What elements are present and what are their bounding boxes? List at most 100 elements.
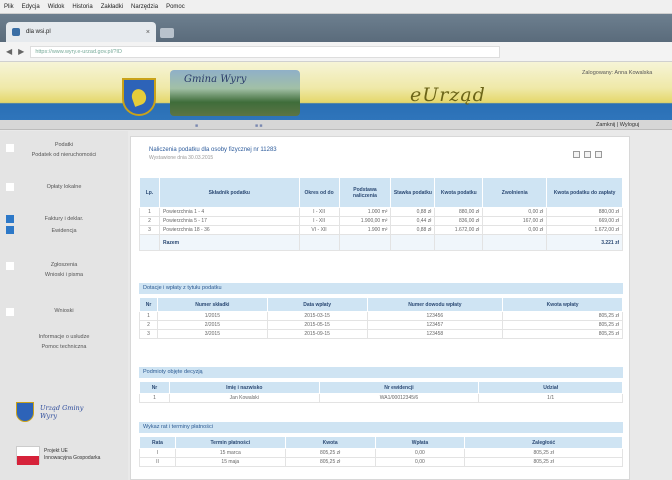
municipality-crest-icon [122, 78, 156, 116]
browser-tab[interactable]: dla wsi.pl × [6, 22, 156, 42]
cell [390, 234, 436, 251]
col-header: Wpłata [374, 436, 466, 449]
cell: I - XII [298, 207, 340, 217]
cell: 2015-05-15 [266, 320, 368, 330]
col-header: Nr ewidencji [318, 381, 480, 394]
cell: Powierzchnia 1 - 4 [158, 207, 300, 217]
cell: 1 [139, 311, 158, 321]
section-header-subjects: Podmioty objęte decyzją [139, 367, 623, 378]
cell: 880,00 zł [434, 207, 484, 217]
cell: 805,25 zł [502, 320, 623, 330]
col-header: Kwota podatku do zapłaty [546, 177, 623, 208]
cell: 0,88 zł [390, 207, 436, 217]
sidebar-item-taxes-sub[interactable]: Podatek od nieruchomości [0, 152, 128, 158]
cell [434, 234, 484, 251]
sidebar-item-applications[interactable]: Wnioski [0, 308, 128, 314]
cell: Powierzchnia 5 - 17 [158, 216, 300, 226]
print-icon[interactable] [584, 151, 591, 158]
export-icon[interactable] [573, 151, 580, 158]
cell: Jan Kowalski [168, 393, 320, 403]
sidebar-item-info[interactable]: Informacje o usłudze [0, 334, 128, 340]
subjects-table: Nr Imię i nazwisko Nr ewidencji Udział 1… [139, 381, 623, 403]
cell [338, 234, 392, 251]
pdf-icon[interactable] [595, 151, 602, 158]
menu-help[interactable]: Pomoc [166, 4, 185, 10]
sidebar-item-requests[interactable]: Zgłoszenia [0, 262, 128, 268]
sidebar-item-requests-sub[interactable]: Wnioski i pisma [0, 272, 128, 278]
cell: WA1/00012345/6 [318, 393, 480, 403]
sidebar-logo[interactable]: Urząd Gminy Wyry [16, 402, 116, 432]
eu-project-line2: Innowacyjna Gospodarka [44, 455, 101, 461]
cell: 123458 [366, 329, 504, 339]
cell: 1 [139, 207, 160, 217]
col-header: Stawka podatku [390, 177, 436, 208]
sidebar-item-info-sub[interactable]: Pomoc techniczna [0, 344, 128, 350]
col-header: Udział [478, 381, 623, 394]
table-row: 1 Powierzchnia 1 - 4 I - XII 1.000 m² 0,… [139, 207, 623, 217]
cell: I - XII [298, 216, 340, 226]
sidebar-item-fees[interactable]: Opłaty lokalne [0, 184, 128, 190]
cell: 805,25 zł [284, 457, 376, 467]
menu-edit[interactable]: Edycja [22, 4, 40, 10]
cell: 123457 [366, 320, 504, 330]
sidebar-item-records[interactable]: Ewidencja [0, 228, 128, 234]
cell: 805,25 zł [502, 311, 623, 321]
forward-icon[interactable]: ▶ [18, 47, 24, 56]
col-header: Składnik podatku [158, 177, 300, 208]
col-header: Lp. [139, 177, 160, 208]
cell: 836,00 zł [434, 216, 484, 226]
tab-close-icon[interactable]: × [146, 29, 150, 36]
cell [298, 234, 340, 251]
menu-bookmarks[interactable]: Zakładki [101, 4, 123, 10]
sum-label: Razem [158, 234, 300, 251]
eu-project-line1: Projekt UE [44, 448, 68, 454]
col-header: Okres od do [298, 177, 340, 208]
cell: 167,00 zł [482, 216, 548, 226]
installments-table: Rata Termin płatności Kwota Wpłata Zaleg… [139, 436, 623, 467]
eu-project-text[interactable]: Projekt UE Innowacyjna Gospodarka [44, 448, 100, 462]
poland-flag-icon [16, 446, 40, 465]
cell: 0,00 zł [482, 225, 548, 235]
col-header: Kwota podatku [434, 177, 484, 208]
cell [139, 234, 160, 251]
page-actions [573, 151, 602, 158]
menu-history[interactable]: Historia [72, 4, 92, 10]
header-photo-title: Gmina Wyry [184, 74, 247, 85]
menu-tools[interactable]: Narzędzia [131, 4, 158, 10]
table-row: I 15 marca 805,25 zł 0,00 805,25 zł [139, 448, 623, 458]
cell: 123456 [366, 311, 504, 321]
page-title: Naliczenia podatku dla osoby fizycznej n… [149, 147, 277, 153]
cell: 0,00 zł [482, 207, 548, 217]
cell: 1.000 m² [338, 207, 392, 217]
cell: 2 [139, 216, 160, 226]
url-bar[interactable]: https://www.wyry.e-urzad.gov.pl/?ID [30, 45, 501, 58]
cell: 669,00 zł [546, 216, 623, 226]
col-header: Numer dowodu wpłaty [366, 297, 504, 312]
sidebar-item-invoices[interactable]: Faktury i deklar. [0, 216, 128, 222]
cell: 805,25 zł [464, 448, 623, 458]
logo-text-line2: Wyry [40, 412, 57, 420]
cell: 880,00 zł [546, 207, 623, 217]
back-icon[interactable]: ◀ [6, 47, 12, 56]
payments-table: Nr Numer składki Data wpłaty Numer dowod… [139, 297, 623, 339]
section-header-installments: Wykaz rat i terminy płatności [139, 422, 623, 433]
col-header: Data wpłaty [266, 297, 368, 312]
logout-link[interactable]: Zamknij | Wyloguj [596, 122, 639, 128]
new-tab-button[interactable] [160, 28, 174, 38]
subnav-marker: ■ ■ [255, 123, 263, 129]
menu-view[interactable]: Widok [48, 4, 65, 10]
menu-file[interactable]: Plik [4, 4, 14, 10]
site-banner [0, 62, 672, 120]
col-header: Imię i nazwisko [168, 381, 320, 394]
sum-row: Razem 3.221 zł [139, 234, 623, 251]
col-header: Nr [139, 381, 170, 394]
cell: 1.900,00 m² [338, 216, 392, 226]
sum-value: 3.221 zł [546, 234, 623, 251]
screen: Plik Edycja Widok Historia Zakładki Narz… [0, 0, 672, 480]
sidebar-item-taxes[interactable]: Podatki [0, 142, 128, 148]
cell: 0,00 [374, 457, 466, 467]
site-script-title: eUrząd [410, 84, 486, 106]
menu-bar: Plik Edycja Widok Historia Zakładki Narz… [0, 0, 672, 14]
table-row: 2 2/2015 2015-05-15 123457 805,25 zł [139, 320, 623, 330]
user-info[interactable]: Zalogowany: Anna Kowalska [582, 70, 652, 76]
